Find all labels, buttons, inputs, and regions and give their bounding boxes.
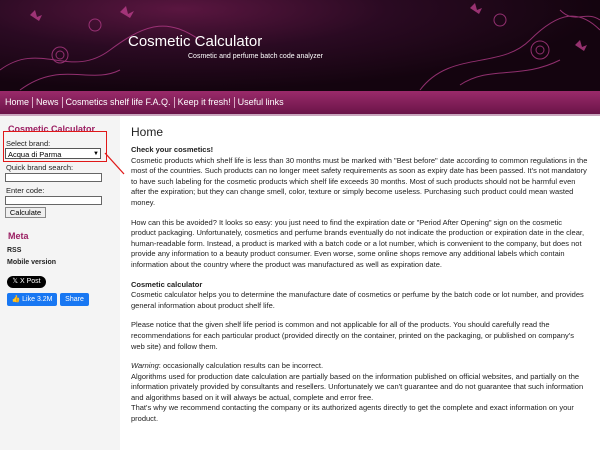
code-input[interactable] xyxy=(5,196,102,205)
enter-code-label: Enter code: xyxy=(6,186,45,195)
main-navigation: Home News Cosmetics shelf life F.A.Q. Ke… xyxy=(0,91,600,116)
rss-link[interactable]: RSS xyxy=(7,247,21,254)
calculator-paragraph: Cosmetic calculator helps you to determi… xyxy=(131,290,584,310)
notice-paragraph: Please notice that the given shelf life … xyxy=(131,320,574,351)
site-header: Cosmetic Calculator Cosmetic and perfume… xyxy=(0,0,600,91)
facebook-share-button[interactable]: Share xyxy=(60,293,89,306)
nav-useful-links[interactable]: Useful links xyxy=(235,97,287,108)
algorithms-paragraph: Algorithms used for production date calc… xyxy=(131,371,584,402)
highlight-box xyxy=(3,131,107,162)
mobile-version-link[interactable]: Mobile version xyxy=(7,259,56,266)
warning-label: Warning xyxy=(131,361,159,371)
floral-decoration xyxy=(0,3,600,91)
explanation-paragraph: How can this be avoided? It looks so eas… xyxy=(131,217,585,269)
main-content: Home Check your cosmetics! Cosmetic prod… xyxy=(131,125,589,431)
facebook-like-button[interactable]: 👍 Like 3.2M xyxy=(7,293,57,306)
nav-keep-fresh[interactable]: Keep it fresh! xyxy=(175,97,235,108)
recommendation-paragraph: That's why we recommend contacting the c… xyxy=(131,403,574,424)
section-heading-check: Check your cosmetics! xyxy=(131,145,214,154)
meta-heading: Meta xyxy=(8,231,29,241)
x-logo-icon: 𝕏 xyxy=(12,278,19,285)
quick-brand-search-input[interactable] xyxy=(5,173,102,182)
quick-search-label: Quick brand search: xyxy=(6,163,74,172)
site-title: Cosmetic Calculator xyxy=(128,33,263,50)
warning-paragraph: Warning: occasionally calculation result… xyxy=(131,361,589,372)
thumbs-up-icon: 👍 xyxy=(11,296,21,303)
nav-news[interactable]: News xyxy=(33,97,63,108)
nav-home[interactable]: Home xyxy=(2,97,34,108)
warning-text: : occasionally calculation results can b… xyxy=(158,361,324,371)
highlight-arrow xyxy=(104,152,125,175)
intro-paragraph: Cosmetic products which shelf life is le… xyxy=(131,155,588,207)
x-post-button[interactable]: 𝕏 X Post xyxy=(7,276,46,288)
section-heading-calculator: Cosmetic calculator xyxy=(131,279,203,289)
nav-faq[interactable]: Cosmetics shelf life F.A.Q. xyxy=(63,97,175,108)
page-title: Home xyxy=(131,125,164,139)
facebook-like-label: Like 3.2M xyxy=(22,296,53,303)
calculate-button[interactable]: Calculate xyxy=(5,207,46,218)
x-post-label: X Post xyxy=(19,278,41,285)
site-subtitle: Cosmetic and perfume batch code analyzer xyxy=(188,53,324,60)
